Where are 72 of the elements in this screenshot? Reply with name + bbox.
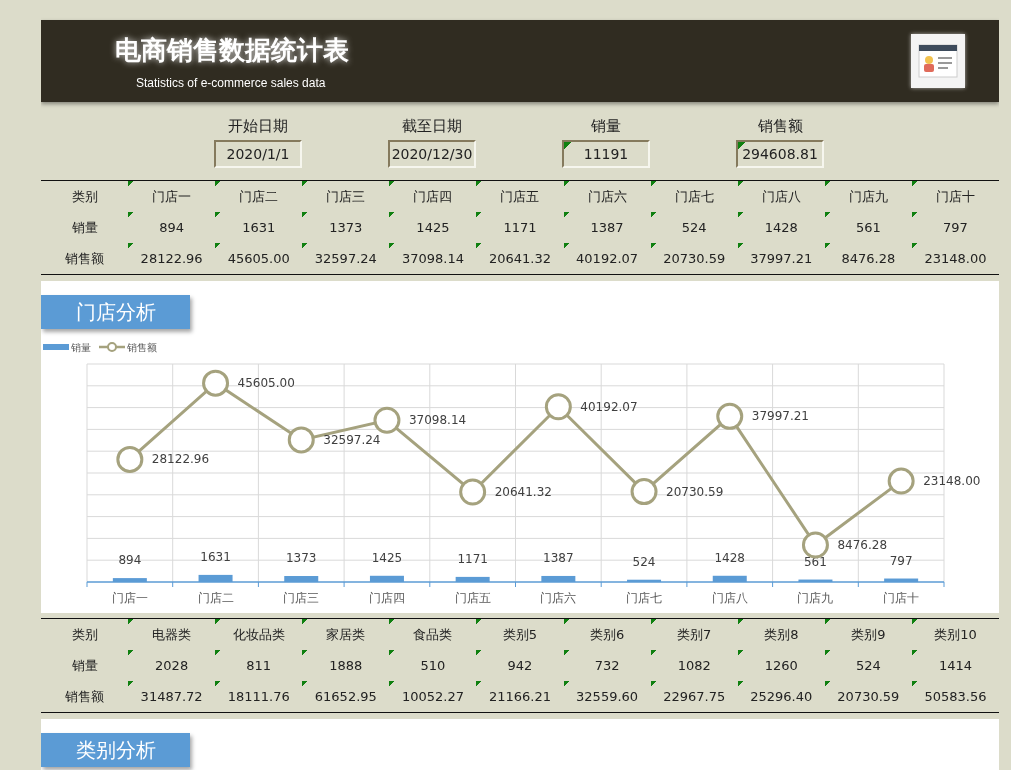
- row-header: 销量: [70, 219, 99, 237]
- axis-label: 门店八: [711, 591, 748, 605]
- legend-line-icon: [99, 342, 125, 352]
- summary-field: 11191: [562, 140, 650, 168]
- summary-field: 294608.81: [736, 140, 824, 168]
- data-label: 8476.28: [837, 538, 888, 553]
- axis-label: 门店一: [111, 591, 148, 605]
- data-label: 1631: [200, 549, 231, 564]
- axis-label: 门店六: [540, 591, 577, 605]
- axis-label: 门店七: [626, 591, 663, 605]
- data-label: 32597.24: [323, 432, 381, 447]
- line-point: [202, 369, 230, 397]
- summary-label: 开始日期: [227, 117, 289, 136]
- bar: [884, 578, 919, 582]
- data-label: 20641.32: [494, 485, 552, 499]
- line-point: [459, 478, 487, 506]
- line-point: [373, 406, 401, 434]
- data-label: 37098.14: [408, 413, 467, 428]
- data-label: 1425: [371, 550, 403, 565]
- data-label: 23148.00: [923, 474, 981, 489]
- bar: [455, 576, 490, 582]
- legend-label: 销量: [71, 342, 91, 353]
- bar: [369, 575, 404, 582]
- data-label: 40192.07: [580, 399, 638, 414]
- bar: [198, 574, 233, 582]
- row-header: 销售额: [64, 688, 106, 706]
- data-label: 20730.59: [666, 484, 724, 499]
- section-title: 类别分析: [41, 733, 190, 767]
- line-point: [887, 467, 915, 495]
- row-header: 销量: [70, 657, 99, 675]
- data-label: 1373: [286, 551, 317, 565]
- data-label: 894: [118, 553, 142, 568]
- line-point: [630, 478, 658, 506]
- data-label: 1387: [543, 550, 574, 565]
- summary-label: 截至日期: [401, 117, 463, 136]
- data-label: 28122.96: [151, 452, 210, 467]
- row-header: 销售额: [64, 250, 106, 268]
- legend-bar-icon: [43, 344, 69, 350]
- row-header: 类别: [70, 188, 99, 206]
- summary-label: 销量: [590, 117, 622, 136]
- profile-card-icon: [911, 34, 965, 88]
- row-header: 类别: [70, 626, 99, 644]
- axis-label: 门店五: [454, 591, 491, 605]
- axis-label: 门店四: [368, 591, 405, 605]
- axis-label: 门店二: [197, 591, 234, 605]
- summary-label: 销售额: [756, 117, 804, 136]
- axis-label: 门店三: [283, 591, 320, 605]
- summary-field: 2020/12/30: [388, 140, 476, 168]
- data-label: 1428: [714, 550, 745, 565]
- bar: [541, 575, 576, 582]
- bar: [798, 579, 833, 582]
- line-point: [544, 393, 572, 421]
- line-point: [716, 402, 744, 430]
- data-label: 1171: [457, 551, 488, 566]
- report-subtitle: Statistics of e-commerce sales data: [135, 75, 327, 90]
- data-label: 797: [889, 553, 913, 568]
- bar: [112, 578, 147, 582]
- line-point: [801, 531, 829, 559]
- data-label: 45605.00: [237, 376, 295, 391]
- report-title: 电商销售数据统计表: [115, 33, 349, 67]
- summary-field: 2020/1/1: [214, 140, 302, 168]
- bar: [284, 576, 319, 582]
- legend-label: 销售额: [127, 342, 157, 353]
- section-title: 门店分析: [41, 295, 190, 329]
- data-label: 37997.21: [751, 409, 809, 424]
- line-point: [116, 445, 144, 473]
- bar: [712, 575, 747, 582]
- data-label: 524: [632, 554, 656, 569]
- axis-label: 门店九: [797, 591, 834, 605]
- bar: [627, 579, 662, 582]
- line-point: [287, 426, 315, 454]
- axis-label: 门店十: [883, 591, 920, 605]
